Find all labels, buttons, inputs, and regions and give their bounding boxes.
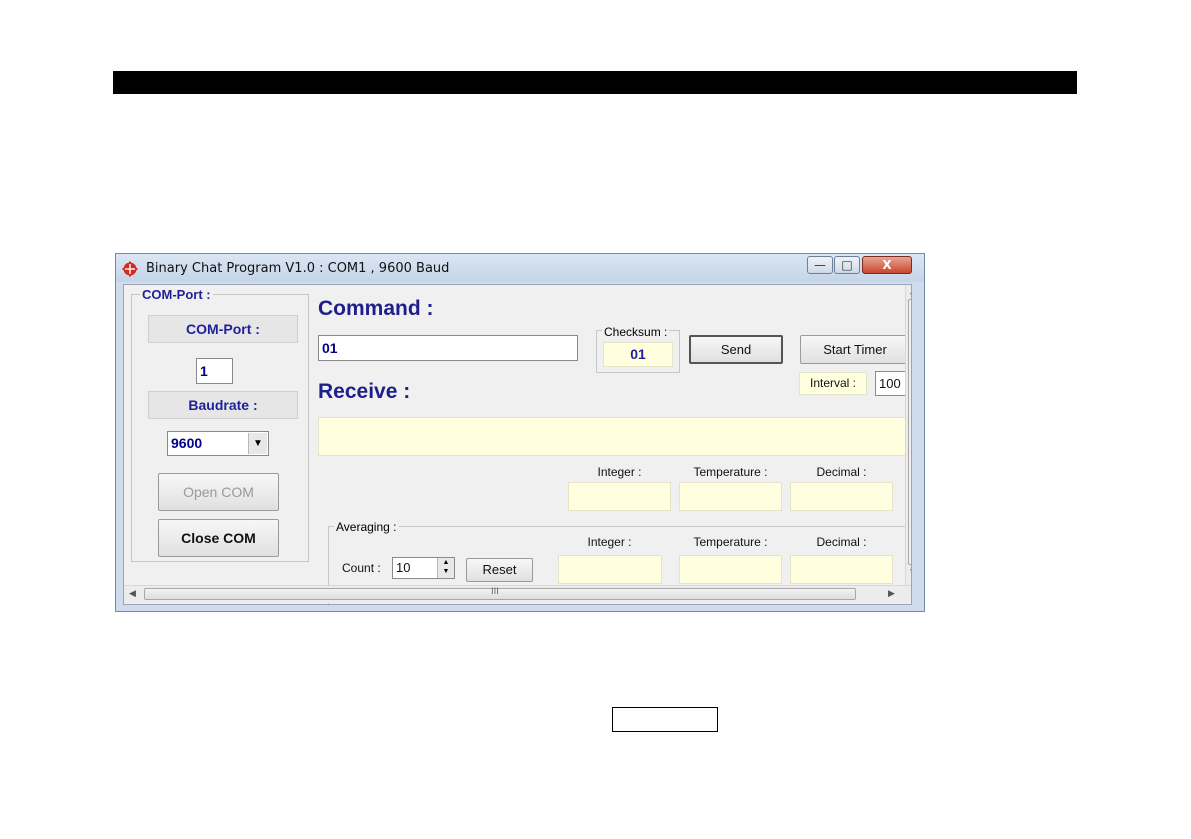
command-input[interactable]: 01 bbox=[318, 335, 578, 361]
close-com-button[interactable]: Close COM bbox=[158, 519, 279, 557]
page-header-bar bbox=[113, 71, 1077, 94]
avg-temperature-label: Temperature : bbox=[693, 535, 768, 549]
caption-placeholder-box bbox=[612, 707, 718, 732]
open-com-button[interactable]: Open COM bbox=[158, 473, 279, 511]
avg-decimal-readout bbox=[790, 555, 893, 584]
scroll-right-icon[interactable]: ▶ bbox=[888, 589, 895, 599]
com-port-group-title: COM-Port : bbox=[140, 287, 213, 302]
command-heading: Command : bbox=[318, 297, 434, 320]
avg-integer-label: Integer : bbox=[587, 535, 632, 549]
com-port-label: COM-Port : bbox=[148, 315, 298, 343]
integer-readout bbox=[568, 482, 671, 511]
count-value: 10 bbox=[396, 560, 411, 575]
scroll-left-icon[interactable]: ◀ bbox=[129, 589, 136, 599]
temperature-label: Temperature : bbox=[693, 465, 768, 479]
checksum-value: 01 bbox=[603, 342, 673, 367]
count-input[interactable]: 10 ▲ ▼ bbox=[392, 557, 455, 579]
baudrate-select[interactable]: 9600 ▼ bbox=[167, 431, 269, 456]
title-bar[interactable]: Binary Chat Program V1.0 : COM1 , 9600 B… bbox=[116, 254, 924, 282]
avg-temperature-readout bbox=[679, 555, 782, 584]
chevron-down-icon[interactable]: ▼ bbox=[248, 433, 267, 454]
v-grip-icon: ≡ bbox=[910, 424, 911, 435]
decimal-label: Decimal : bbox=[816, 465, 867, 479]
app-window: Binary Chat Program V1.0 : COM1 , 9600 B… bbox=[115, 253, 925, 612]
count-label: Count : bbox=[342, 561, 381, 575]
averaging-group-title: Averaging : bbox=[334, 520, 399, 534]
checksum-label: Checksum : bbox=[602, 325, 670, 339]
spinner-arrows-icon[interactable]: ▲ ▼ bbox=[437, 558, 454, 578]
avg-integer-readout bbox=[558, 555, 662, 584]
com-port-input[interactable]: 1 bbox=[196, 358, 233, 384]
close-icon: X bbox=[882, 258, 892, 272]
receive-output bbox=[318, 417, 908, 456]
h-grip-icon: III bbox=[491, 587, 499, 597]
baudrate-label: Baudrate : bbox=[148, 391, 298, 419]
maximize-icon: □ bbox=[841, 258, 853, 272]
vertical-scrollbar[interactable]: ▲ ≡ ▼ bbox=[905, 285, 911, 585]
minimize-icon: — bbox=[814, 258, 826, 272]
vertical-scroll-thumb[interactable]: ≡ bbox=[908, 299, 911, 565]
temperature-readout bbox=[679, 482, 782, 511]
close-window-button[interactable]: X bbox=[862, 256, 912, 274]
avg-decimal-label: Decimal : bbox=[816, 535, 867, 549]
integer-label: Integer : bbox=[597, 465, 642, 479]
baudrate-value: 9600 bbox=[171, 435, 203, 451]
interval-label: Interval : bbox=[799, 372, 867, 395]
scroll-up-icon[interactable]: ▲ bbox=[910, 286, 911, 296]
minimize-button[interactable]: — bbox=[807, 256, 833, 274]
app-icon bbox=[122, 261, 138, 277]
receive-heading: Receive : bbox=[318, 380, 411, 403]
window-title: Binary Chat Program V1.0 : COM1 , 9600 B… bbox=[146, 261, 450, 276]
maximize-button[interactable]: □ bbox=[834, 256, 860, 274]
horizontal-scroll-thumb[interactable]: III bbox=[144, 587, 856, 600]
start-timer-button[interactable]: Start Timer bbox=[800, 335, 910, 364]
send-button[interactable]: Send bbox=[689, 335, 783, 364]
horizontal-scrollbar[interactable]: ◀ III ▶ bbox=[124, 585, 911, 603]
decimal-readout bbox=[790, 482, 893, 511]
reset-button[interactable]: Reset bbox=[466, 558, 533, 582]
client-area: COM-Port : COM-Port : 1 Baudrate : 9600 … bbox=[123, 284, 912, 605]
scroll-down-icon[interactable]: ▼ bbox=[910, 568, 911, 578]
